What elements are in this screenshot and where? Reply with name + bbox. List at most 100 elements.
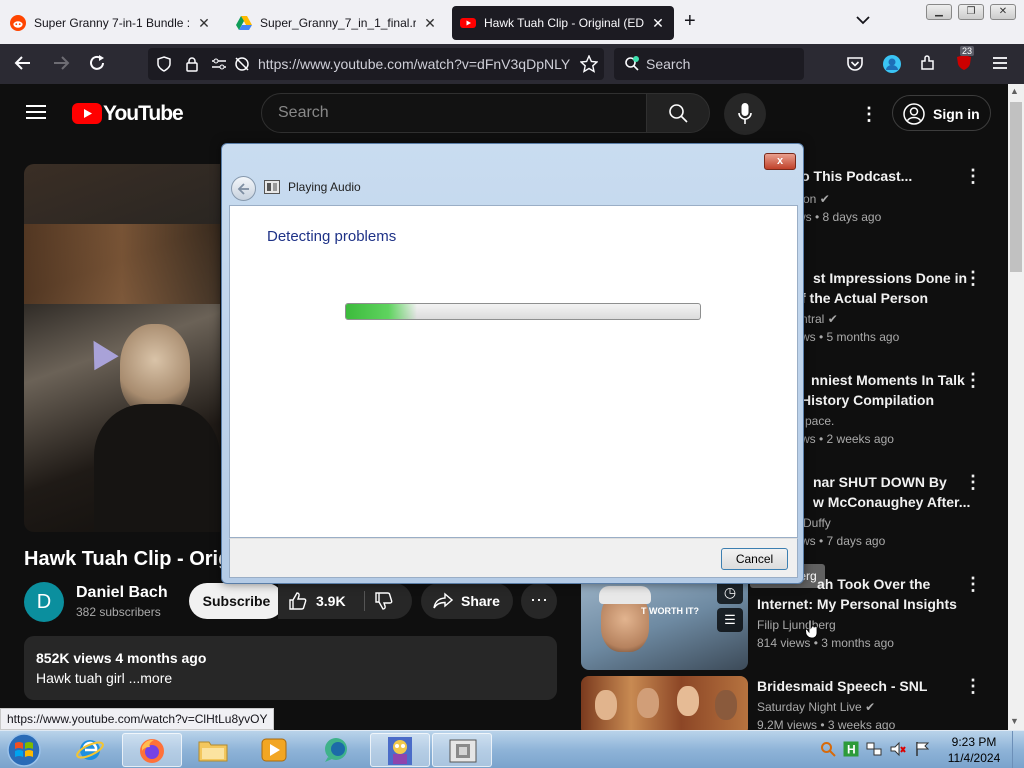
tab-close-icon[interactable]: ✕ bbox=[422, 15, 438, 32]
new-tab-icon[interactable]: + bbox=[684, 10, 696, 33]
search-engine-icon bbox=[625, 56, 639, 71]
reddit-icon bbox=[10, 15, 26, 31]
subscribe-button[interactable]: Subscribe bbox=[189, 583, 284, 619]
rec-title: st Impressions Done in bbox=[813, 270, 968, 286]
rec-channel: pace. bbox=[805, 414, 835, 428]
rec-kebab-icon[interactable]: ⋮ bbox=[964, 268, 982, 289]
rec-title-line2: f the Actual Person bbox=[801, 290, 929, 306]
rec-kebab-icon[interactable]: ⋮ bbox=[964, 574, 982, 595]
tray-volume-muted-icon[interactable] bbox=[890, 741, 906, 757]
tray-h-icon[interactable]: H bbox=[843, 741, 859, 757]
tray-network-icon[interactable] bbox=[866, 741, 882, 757]
taskbar-chat-app[interactable] bbox=[308, 733, 368, 767]
rec-meta: ws • 8 days ago bbox=[797, 210, 882, 224]
youtube-logo-icon bbox=[72, 103, 102, 124]
clock-time[interactable]: 9:23 PM bbox=[944, 735, 1004, 749]
add-to-queue-icon[interactable]: ☰ bbox=[717, 608, 743, 632]
rec-title-line2: w McConaughey After... bbox=[813, 494, 971, 510]
address-bar[interactable]: https://www.youtube.com/watch?v=dFnV3qDp… bbox=[148, 48, 604, 80]
google-drive-icon bbox=[236, 16, 252, 30]
rec-thumbnail[interactable] bbox=[581, 676, 748, 730]
taskbar-firefox[interactable] bbox=[122, 733, 182, 767]
video-decor-shape bbox=[81, 333, 119, 371]
youtube-menu-icon[interactable] bbox=[26, 104, 46, 120]
sign-in-button[interactable]: Sign in bbox=[892, 95, 991, 131]
more-actions-icon[interactable]: ⋯ bbox=[521, 583, 557, 619]
rec-meta: ws • 5 months ago bbox=[801, 330, 900, 344]
shield-icon[interactable] bbox=[156, 56, 172, 72]
browser-search-placeholder: Search bbox=[646, 56, 691, 72]
rec-thumbnail[interactable]: T WORTH IT? ◷ ☰ bbox=[581, 576, 748, 670]
autoplay-blocked-icon[interactable] bbox=[234, 56, 250, 72]
clock-date[interactable]: 11/4/2024 bbox=[944, 751, 1004, 765]
account-avatar-icon[interactable] bbox=[882, 54, 902, 74]
cartoon-character-icon bbox=[388, 737, 412, 765]
thumbs-up-icon[interactable] bbox=[288, 591, 308, 611]
extension-shield-icon[interactable]: 23 bbox=[954, 46, 976, 74]
tab-close-icon[interactable]: ✕ bbox=[196, 15, 212, 32]
scroll-up-arrow-icon[interactable]: ▲ bbox=[1010, 86, 1019, 96]
tab-label: Super_Granny_7_in_1_final.rar - bbox=[260, 16, 416, 30]
share-icon bbox=[433, 592, 453, 609]
url-text: https://www.youtube.com/watch?v=dFnV3qDp… bbox=[258, 56, 571, 72]
dialog-title: Playing Audio bbox=[288, 180, 361, 194]
tab-google-drive[interactable]: Super_Granny_7_in_1_final.rar - ✕ bbox=[228, 6, 446, 40]
thumb-person bbox=[677, 686, 699, 716]
settings-kebab-icon[interactable]: ⋮ bbox=[860, 104, 878, 125]
windows-taskbar: H 9:23 PM 11/4/2024 bbox=[0, 730, 1024, 768]
rec-kebab-icon[interactable]: ⋮ bbox=[964, 370, 982, 391]
verified-check-icon: ✔ bbox=[819, 192, 830, 206]
show-desktop-button[interactable] bbox=[1012, 731, 1024, 768]
search-icon bbox=[669, 104, 688, 123]
tab-list-chevron-icon[interactable] bbox=[856, 12, 870, 28]
tray-flag-icon[interactable] bbox=[914, 741, 930, 757]
start-orb-icon[interactable] bbox=[4, 732, 44, 768]
taskbar-character-game[interactable] bbox=[370, 733, 430, 767]
scroll-down-arrow-icon[interactable]: ▼ bbox=[1010, 716, 1019, 726]
youtube-icon bbox=[460, 18, 476, 28]
taskbar-file-explorer[interactable] bbox=[184, 733, 244, 767]
tab-youtube[interactable]: Hawk Tuah Clip - Original (EDIT ✕ bbox=[452, 6, 674, 40]
rec-title: nniest Moments In Talk bbox=[811, 372, 965, 388]
tab-close-icon[interactable]: ✕ bbox=[650, 15, 666, 32]
lock-icon[interactable] bbox=[184, 56, 200, 72]
extensions-icon[interactable] bbox=[919, 54, 937, 72]
video-player[interactable] bbox=[24, 164, 220, 532]
tab-reddit[interactable]: Super Granny 7-in-1 Bundle : r/ ✕ bbox=[2, 6, 220, 40]
taskbar-media-player[interactable] bbox=[246, 733, 306, 767]
bookmark-star-icon[interactable] bbox=[580, 55, 598, 73]
hamburger-menu-icon[interactable] bbox=[992, 56, 1008, 70]
rec-title: ah Took Over the bbox=[817, 576, 931, 592]
tray-search-icon[interactable] bbox=[820, 741, 836, 757]
thumbs-down-icon[interactable] bbox=[374, 591, 394, 611]
rec-kebab-icon[interactable]: ⋮ bbox=[964, 676, 982, 697]
video-title: Hawk Tuah Clip - Orig bbox=[24, 548, 231, 570]
scrollbar-thumb[interactable] bbox=[1010, 102, 1022, 272]
youtube-search-input[interactable]: Search bbox=[261, 93, 647, 133]
forward-arrow-icon[interactable] bbox=[52, 54, 70, 76]
youtube-search-button[interactable] bbox=[646, 93, 710, 133]
channel-avatar[interactable]: D bbox=[24, 582, 64, 622]
cancel-button[interactable]: Cancel bbox=[721, 548, 788, 570]
taskbar-dialog-app[interactable] bbox=[432, 733, 492, 767]
reload-icon[interactable] bbox=[88, 54, 106, 76]
pocket-icon[interactable] bbox=[846, 56, 864, 72]
restore-button[interactable]: ❐ bbox=[958, 4, 984, 20]
back-arrow-icon[interactable] bbox=[14, 54, 32, 76]
taskbar-internet-explorer[interactable] bbox=[60, 733, 120, 767]
rec-kebab-icon[interactable]: ⋮ bbox=[964, 472, 982, 493]
back-arrow-icon[interactable] bbox=[231, 176, 256, 201]
description-box[interactable]: 852K views 4 months ago Hawk tuah girl .… bbox=[24, 636, 557, 700]
dialog-close-button[interactable]: x bbox=[764, 153, 796, 170]
share-button[interactable]: Share bbox=[421, 583, 513, 619]
browser-search-box[interactable]: Search bbox=[614, 48, 804, 80]
voice-search-button[interactable] bbox=[724, 93, 766, 135]
extension-badge: 23 bbox=[960, 46, 975, 56]
thumb-cap bbox=[599, 586, 651, 604]
channel-name[interactable]: Daniel Bach bbox=[76, 584, 168, 602]
description-text[interactable]: Hawk tuah girl ...more bbox=[36, 670, 172, 686]
rec-kebab-icon[interactable]: ⋮ bbox=[964, 166, 982, 187]
permissions-icon[interactable] bbox=[210, 56, 228, 72]
window-close-button[interactable]: ✕ bbox=[990, 4, 1016, 20]
minimize-button[interactable]: ▁ bbox=[926, 4, 952, 20]
